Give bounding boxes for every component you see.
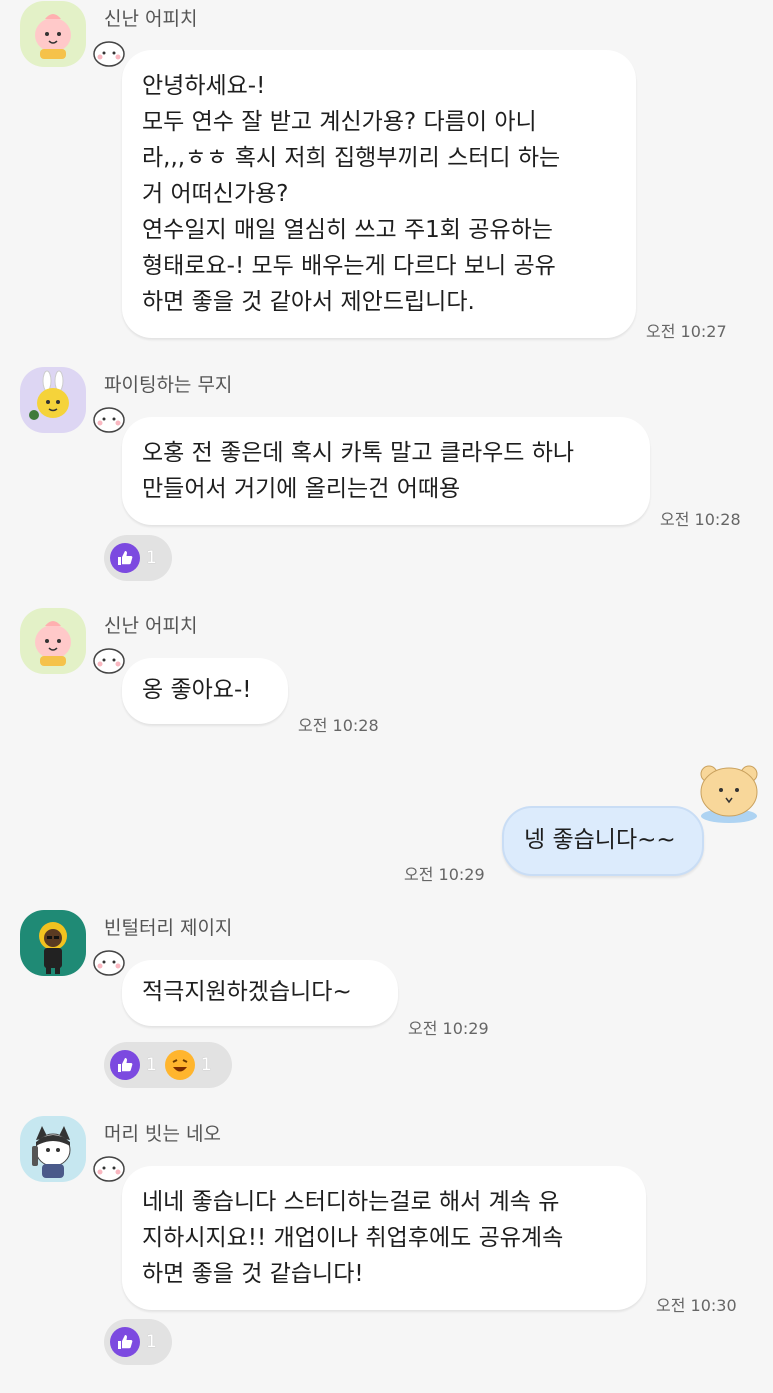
sender-name: 신난 어피치 <box>104 8 198 30</box>
reaction-bar[interactable]: 1 <box>104 1319 172 1365</box>
my-message-bubble[interactable]: 넹 좋습니다~~ <box>502 806 704 876</box>
apeach-avatar[interactable] <box>20 1 86 67</box>
message-time: 오전 10:29 <box>404 865 485 884</box>
like-thumb-icon[interactable] <box>110 1327 140 1357</box>
neo-avatar[interactable] <box>20 1116 86 1182</box>
like-thumb-icon[interactable] <box>110 1050 140 1080</box>
muzi-avatar[interactable] <box>20 367 86 433</box>
message-text: 만들어서 거기에 올리는건 어때용 <box>142 476 461 502</box>
reaction-count: 1 <box>146 548 157 568</box>
message-bubble[interactable]: 옹 좋아요-! <box>122 658 288 724</box>
sender-name: 빈털터리 제이지 <box>104 917 233 939</box>
message-text: 라,,,ㅎㅎ 혹시 저희 집행부끼리 스터디 하는 <box>142 145 561 171</box>
message-text: 거 어떠신가용? <box>142 181 289 207</box>
profile-sticker-icon <box>92 947 126 977</box>
message-text: 네네 좋습니다 스터디하는걸로 해서 계속 유 <box>142 1189 560 1215</box>
profile-sticker-icon <box>92 645 126 675</box>
jay-g-avatar[interactable] <box>20 910 86 976</box>
reaction-bar[interactable]: 1 <box>104 535 172 581</box>
message-bubble[interactable]: 네네 좋습니다 스터디하는걸로 해서 계속 유 지하시지요!! 개업이나 취업후… <box>122 1166 646 1310</box>
laugh-emoji-icon[interactable] <box>164 1050 195 1080</box>
reaction-count: 1 <box>146 1055 157 1075</box>
message-text: 하면 좋을 것 같아서 제안드립니다. <box>142 289 475 315</box>
message-bubble[interactable]: 안녕하세요-! 모두 연수 잘 받고 계신가용? 다름이 아니 라,,,ㅎㅎ 혹… <box>122 50 636 338</box>
message-text: 적극지원하겠습니다~ <box>142 979 352 1005</box>
message-text: 넹 좋습니다~~ <box>524 827 676 853</box>
apeach-avatar[interactable] <box>20 608 86 674</box>
message-text: 하면 좋을 것 같습니다! <box>142 1261 364 1287</box>
message-text: 모두 연수 잘 받고 계신가용? 다름이 아니 <box>142 109 537 135</box>
my-bear-avatar[interactable] <box>694 758 764 824</box>
message-time: 오전 10:29 <box>408 1019 489 1038</box>
message-time: 오전 10:28 <box>298 716 379 735</box>
message-bubble[interactable]: 오홍 전 좋은데 혹시 카톡 말고 클라우드 하나 만들어서 거기에 올리는건 … <box>122 417 650 525</box>
message-time: 오전 10:28 <box>660 510 741 529</box>
profile-sticker-icon <box>92 38 126 68</box>
sender-name: 머리 빗는 네오 <box>104 1123 221 1145</box>
sender-name: 신난 어피치 <box>104 615 198 637</box>
reaction-count: 1 <box>200 1055 212 1075</box>
reaction-bar[interactable]: 1 1 <box>104 1042 232 1088</box>
message-text: 연수일지 매일 열심히 쓰고 주1회 공유하는 <box>142 217 553 243</box>
profile-sticker-icon <box>92 404 126 434</box>
message-text: 안녕하세요-! <box>142 73 266 99</box>
message-text: 지하시지요!! 개업이나 취업후에도 공유계속 <box>142 1225 564 1251</box>
message-text: 형태로요-! 모두 배우는게 다르다 보니 공유 <box>142 253 556 279</box>
message-time: 오전 10:27 <box>646 322 727 341</box>
reaction-count: 1 <box>146 1332 157 1352</box>
like-thumb-icon[interactable] <box>110 543 140 573</box>
message-text: 오홍 전 좋은데 혹시 카톡 말고 클라우드 하나 <box>142 440 575 466</box>
sender-name: 파이팅하는 무지 <box>104 374 233 396</box>
message-time: 오전 10:30 <box>656 1296 737 1315</box>
message-bubble[interactable]: 적극지원하겠습니다~ <box>122 960 398 1026</box>
message-text: 옹 좋아요-! <box>142 677 252 703</box>
profile-sticker-icon <box>92 1153 126 1183</box>
